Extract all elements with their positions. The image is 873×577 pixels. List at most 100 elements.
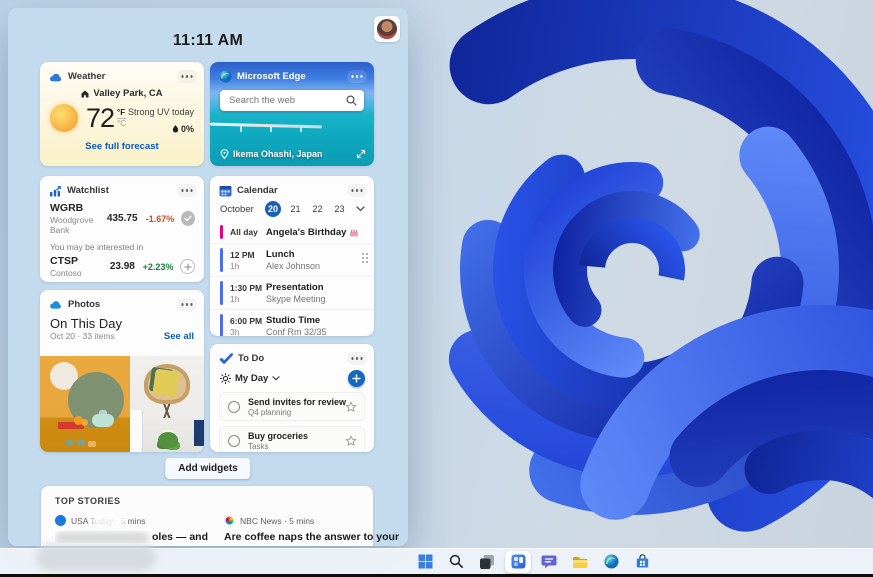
star-icon[interactable]: [345, 401, 357, 413]
calendar-icon: [219, 185, 232, 197]
top-stories-card: TOP STORIES USA Today · 5 mins oles — an…: [41, 486, 373, 546]
edge-search-input[interactable]: [220, 90, 364, 111]
star-icon[interactable]: [345, 435, 357, 447]
calendar-title: Calendar: [237, 185, 278, 196]
stock-row-wgrb[interactable]: WGRB Woodgrove Bank 435.75 -1.67%: [40, 198, 204, 235]
watchlist-more-options-icon[interactable]: [177, 184, 197, 197]
calendar-event[interactable]: 12 PM 1h Lunch Alex Johnson: [210, 243, 374, 276]
watchlist-title: Watchlist: [67, 185, 109, 196]
stock-add-plus-icon[interactable]: [180, 259, 195, 274]
stock-symbol: CTSP: [50, 255, 110, 267]
task-checkbox[interactable]: [228, 401, 240, 413]
calendar-widget[interactable]: Calendar October 20 21 22 23: [210, 176, 374, 336]
news-headline: oles — and: [55, 531, 208, 543]
widgets-button[interactable]: [505, 551, 531, 573]
temperature-value: 72: [86, 103, 114, 134]
calendar-event[interactable]: 6:00 PM 3h Studio Time Conf Rm 32/35: [210, 309, 374, 336]
news-story[interactable]: USA Today · 5 mins oles — and: [55, 515, 208, 543]
calendar-event[interactable]: All day Angela's Birthday: [210, 221, 374, 243]
watchlist-widget[interactable]: Watchlist WGRB Woodgrove Bank 435.75 -1.…: [40, 176, 204, 282]
watchlist-suggestion-label: You may be interested in: [40, 235, 204, 254]
microsoft-store-button[interactable]: [629, 551, 655, 573]
edge-widget[interactable]: Microsoft Edge Ikema Ohashi, Japan: [210, 62, 374, 166]
nbc-news-icon: [224, 515, 235, 526]
photos-more-options-icon[interactable]: [177, 298, 197, 311]
calendar-date[interactable]: 22: [310, 204, 325, 214]
event-color-bar: [220, 248, 223, 272]
plus-icon: [352, 374, 361, 383]
weather-more-options-icon[interactable]: [177, 70, 197, 83]
todo-title: To Do: [238, 353, 264, 364]
todo-more-options-icon[interactable]: [347, 352, 367, 365]
chevron-down-icon[interactable]: [356, 206, 365, 212]
edge-title: Microsoft Edge: [237, 71, 306, 82]
calendar-date[interactable]: 23: [332, 204, 347, 214]
user-avatar[interactable]: [374, 16, 400, 42]
home-icon: [81, 90, 89, 98]
calendar-date-selected[interactable]: 20: [265, 201, 281, 217]
edge-more-options-icon[interactable]: [347, 70, 367, 83]
photos-widget[interactable]: Photos On This Day Oct 20 · 33 items See…: [40, 290, 204, 452]
search-button[interactable]: [443, 551, 469, 573]
calendar-date[interactable]: 21: [288, 204, 303, 214]
clock: 11:11 AM: [8, 32, 408, 50]
photos-cloud-icon: [49, 299, 63, 310]
stock-change: +2.23%: [135, 262, 174, 272]
task-checkbox[interactable]: [228, 435, 240, 447]
unit-celsius[interactable]: °C: [117, 119, 126, 128]
stock-added-check-icon[interactable]: [181, 211, 195, 226]
edge-search[interactable]: [220, 90, 364, 111]
photos-subtitle: Oct 20 · 33 items: [50, 331, 115, 341]
add-task-button[interactable]: [348, 370, 365, 387]
desktop: 11:11 AM Weather Valley Park, CA 72: [0, 0, 873, 577]
photo-thumbnail[interactable]: [40, 356, 130, 452]
redaction-blur: [55, 532, 149, 543]
weather-location: Valley Park, CA: [40, 88, 204, 99]
map-pin-icon: [220, 149, 229, 159]
chat-button[interactable]: [536, 551, 562, 573]
see-all-link[interactable]: See all: [164, 331, 194, 342]
news-headline: Are coffee naps the answer to your: [224, 531, 399, 543]
photos-collage[interactable]: [40, 356, 204, 452]
expand-icon[interactable]: [356, 149, 366, 159]
task-view-button[interactable]: [474, 551, 500, 573]
see-full-forecast-link[interactable]: See full forecast: [40, 141, 204, 152]
search-icon: [346, 95, 357, 106]
birthday-cake-icon: [349, 228, 359, 237]
add-widgets-button[interactable]: Add widgets: [165, 458, 250, 479]
sun-icon: [50, 104, 78, 132]
calendar-more-options-icon[interactable]: [347, 184, 367, 197]
store-icon: [635, 554, 650, 569]
redaction-blur: [36, 544, 156, 571]
edge-logo-icon: [219, 70, 232, 83]
stock-price: 23.98: [110, 261, 135, 272]
todo-list-selector[interactable]: My Day: [235, 373, 268, 384]
weather-widget[interactable]: Weather Valley Park, CA 72 °F °C Strong …: [40, 62, 204, 166]
avatar-photo: [377, 19, 397, 39]
edge-icon: [604, 554, 619, 569]
drag-handle-icon[interactable]: [362, 253, 368, 255]
unit-fahrenheit[interactable]: °F: [117, 109, 126, 119]
edge-browser-button[interactable]: [598, 551, 624, 573]
news-story[interactable]: NBC News · 5 mins Are coffee naps the an…: [224, 515, 399, 543]
todo-task[interactable]: Send invites for review Q4 planning: [219, 392, 365, 421]
file-explorer-button[interactable]: [567, 551, 593, 573]
watchlist-chart-icon: [49, 185, 62, 197]
widgets-icon: [511, 554, 526, 569]
windows-start-icon: [418, 554, 433, 569]
start-button[interactable]: [412, 551, 438, 573]
photo-thumbnail[interactable]: [130, 356, 204, 452]
chevron-down-icon[interactable]: [272, 376, 280, 381]
unit-toggle[interactable]: °F °C: [117, 109, 126, 128]
stock-row-ctsp[interactable]: CTSP Contoso 23.98 +2.23%: [40, 254, 204, 278]
widgets-column-left: Weather Valley Park, CA 72 °F °C Strong …: [40, 62, 204, 452]
usa-today-icon: [55, 515, 66, 526]
weather-title: Weather: [68, 71, 105, 82]
todo-widget[interactable]: To Do My Day Se: [210, 344, 374, 452]
event-color-bar: [220, 314, 223, 336]
stock-change: -1.67%: [138, 214, 175, 224]
droplet-icon: [172, 125, 179, 133]
calendar-event[interactable]: 1:30 PM 1h Presentation Skype Meeting: [210, 276, 374, 309]
todo-task[interactable]: Buy groceries Tasks: [219, 426, 365, 452]
stock-name: Contoso: [50, 268, 110, 278]
